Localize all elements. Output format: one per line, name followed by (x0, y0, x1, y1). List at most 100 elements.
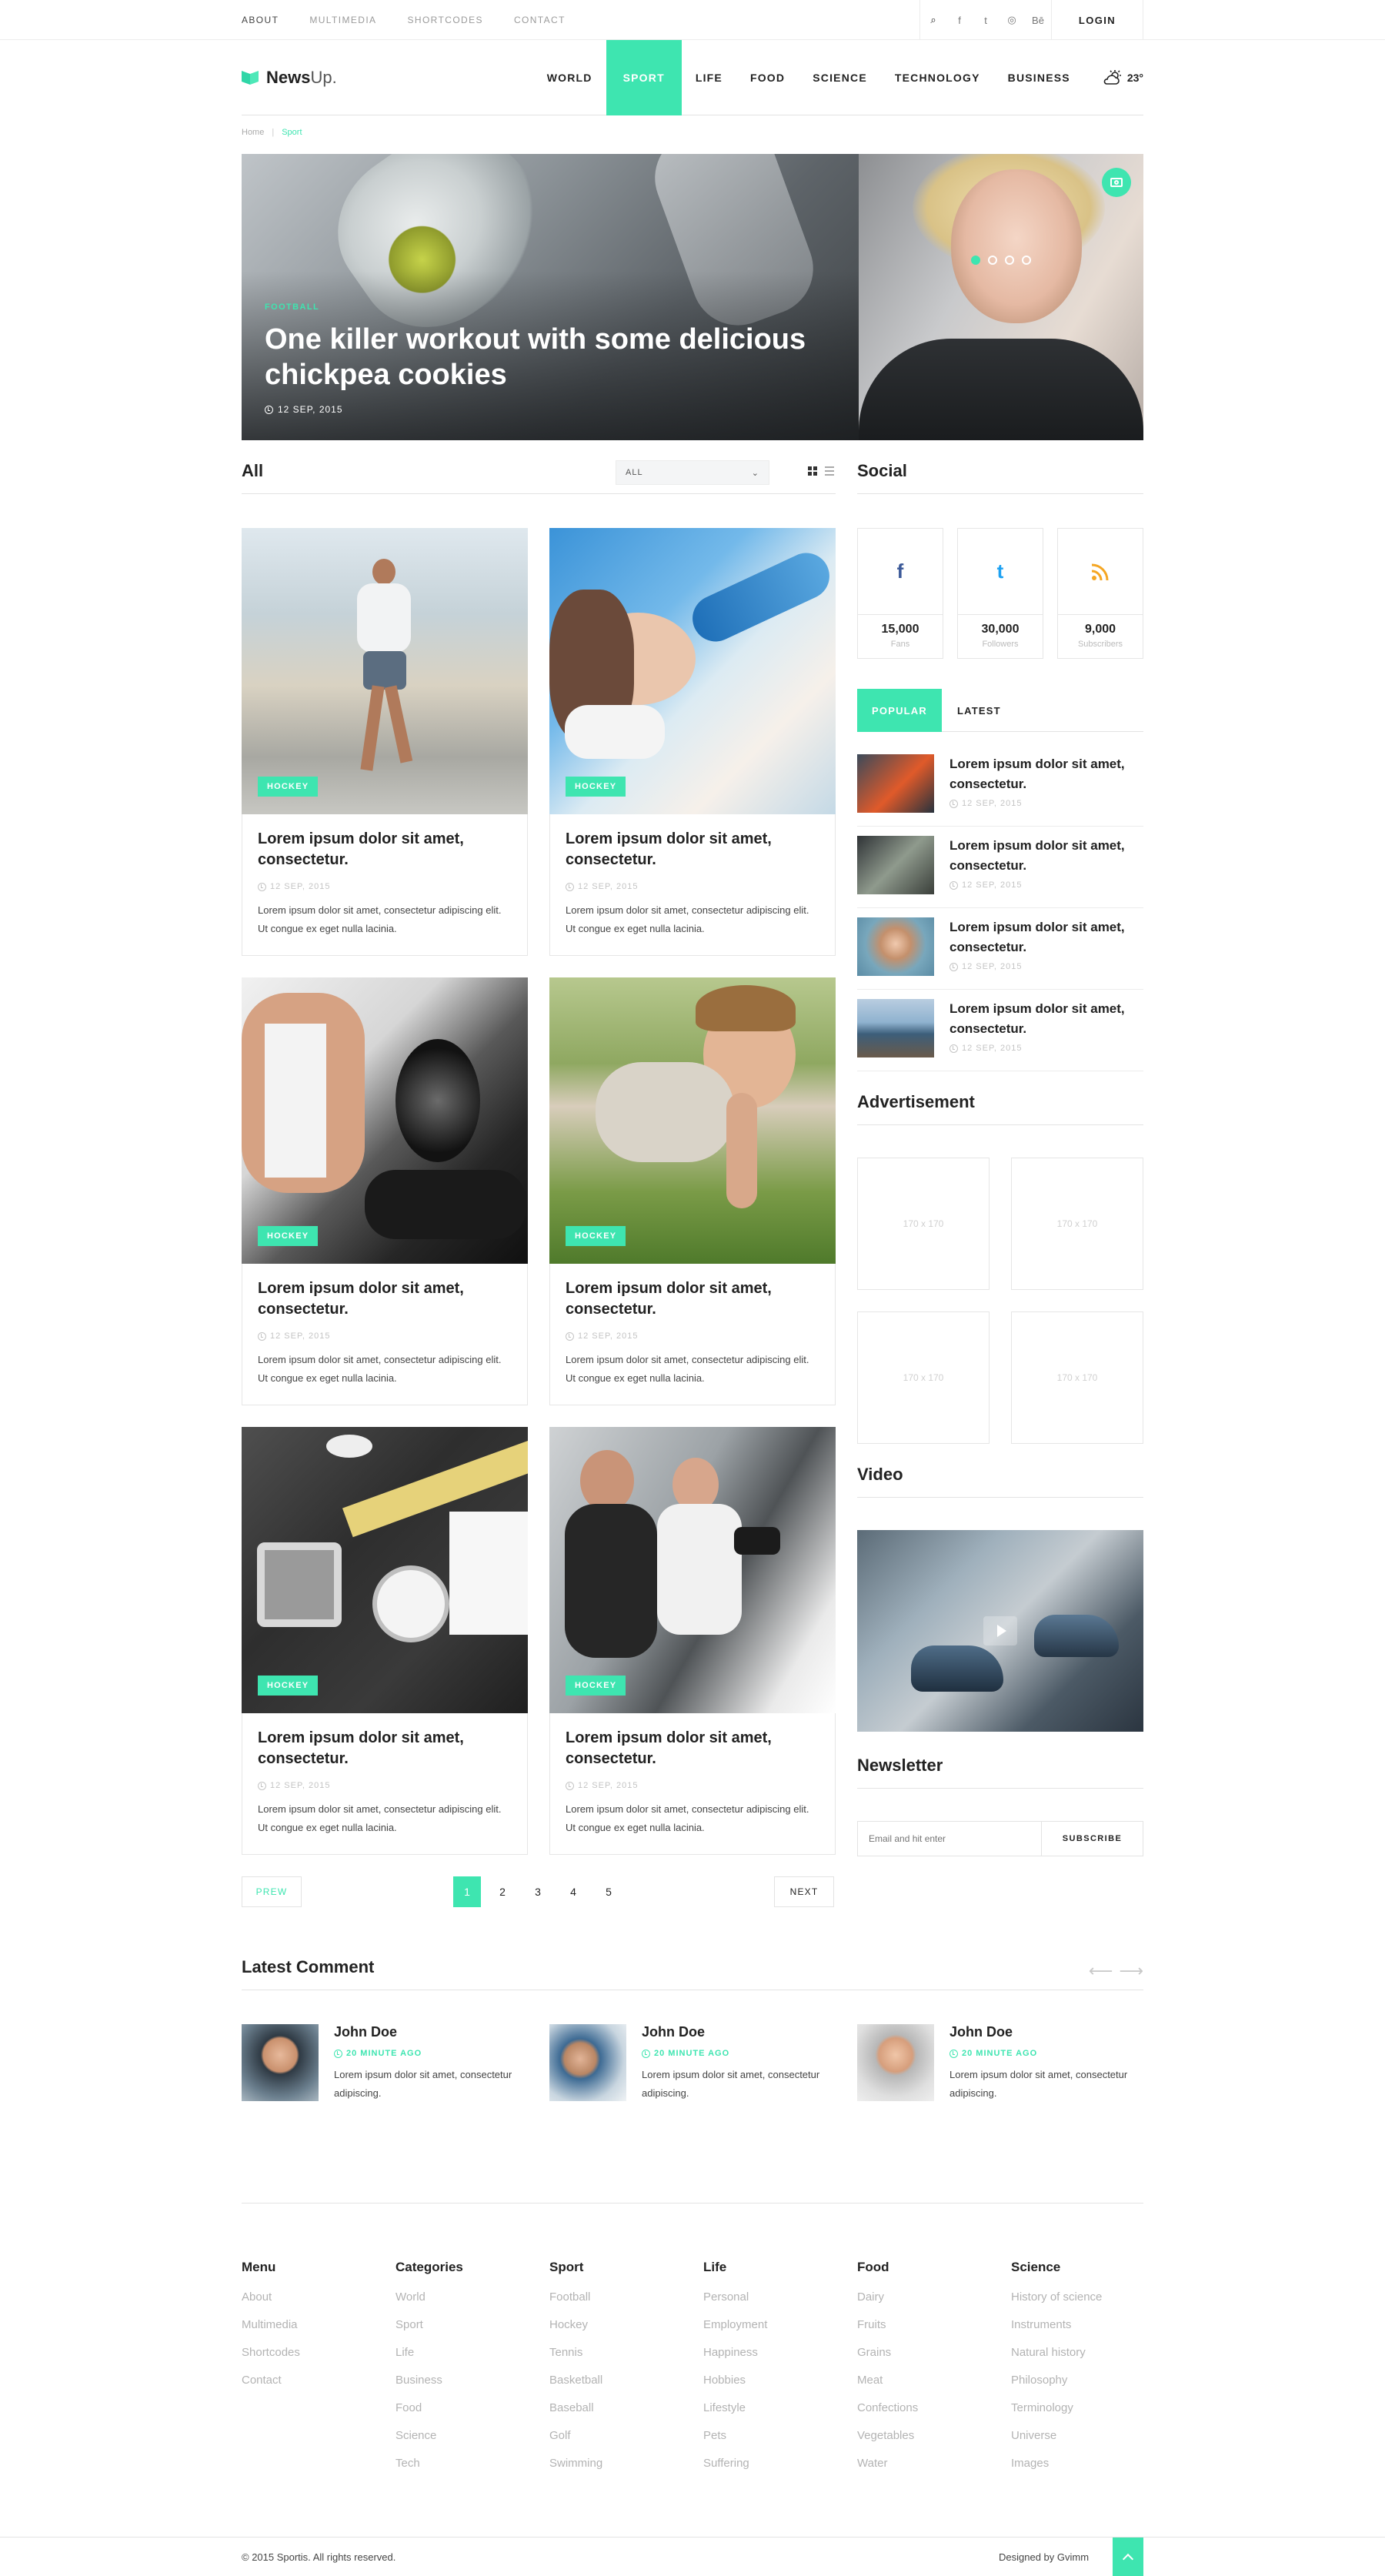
next-page-button[interactable]: NEXT (774, 1876, 834, 1907)
page-3[interactable]: 3 (524, 1876, 552, 1907)
footer-link[interactable]: Science (395, 2429, 534, 2457)
article-card[interactable]: HOCKEY Lorem ipsum dolor sit amet, conse… (242, 1427, 528, 1855)
search-icon[interactable]: ⌕ (920, 0, 946, 40)
footer-link[interactable]: Confections (857, 2401, 996, 2429)
top-link-shortcodes[interactable]: SHORTCODES (407, 15, 482, 25)
popular-thumb[interactable] (857, 836, 934, 894)
back-to-top-icon[interactable] (1113, 2538, 1143, 2576)
popular-thumb[interactable] (857, 754, 934, 813)
footer-link[interactable]: Personal (703, 2290, 842, 2318)
footer-link[interactable]: Happiness (703, 2346, 842, 2374)
footer-link[interactable]: Life (395, 2346, 534, 2374)
popular-thumb[interactable] (857, 917, 934, 976)
footer-link[interactable]: Tech (395, 2457, 534, 2484)
footer-link[interactable]: World (395, 2290, 534, 2318)
popular-item[interactable]: Lorem ipsum dolor sit amet, consectetur.… (857, 745, 1143, 827)
behance-icon[interactable]: Bē (1025, 0, 1051, 40)
page-1[interactable]: 1 (453, 1876, 481, 1907)
tab-popular[interactable]: POPULAR (857, 689, 942, 732)
list-view-icon[interactable] (825, 466, 834, 476)
footer-link[interactable]: Natural history (1011, 2346, 1150, 2374)
ad-slot[interactable]: 170 x 170 (1011, 1158, 1143, 1290)
footer-link[interactable]: Football (549, 2290, 688, 2318)
article-card[interactable]: HOCKEY Lorem ipsum dolor sit amet, conse… (549, 977, 836, 1405)
article-card[interactable]: HOCKEY Lorem ipsum dolor sit amet, conse… (549, 1427, 836, 1855)
footer-link[interactable]: Multimedia (242, 2318, 380, 2346)
popular-title[interactable]: Lorem ipsum dolor sit amet, consectetur. (949, 754, 1143, 794)
card-title[interactable]: Lorem ipsum dolor sit amet, consectetur. (258, 1278, 512, 1320)
category-tag[interactable]: HOCKEY (258, 777, 319, 797)
footer-link[interactable]: Baseball (549, 2401, 688, 2429)
popular-title[interactable]: Lorem ipsum dolor sit amet, consectetur. (949, 999, 1143, 1039)
video-player[interactable] (857, 1530, 1143, 1732)
card-image-pushup[interactable] (549, 977, 836, 1264)
page-4[interactable]: 4 (559, 1876, 587, 1907)
grid-view-icon[interactable] (808, 466, 817, 476)
comment-author[interactable]: John Doe (334, 2024, 397, 2040)
camera-icon[interactable] (1102, 168, 1131, 197)
tab-latest[interactable]: LATEST (942, 689, 1016, 732)
avatar[interactable] (857, 2024, 934, 2101)
avatar[interactable] (242, 2024, 319, 2101)
nav-item-sport[interactable]: SPORT (606, 40, 682, 115)
footer-link[interactable]: Philosophy (1011, 2374, 1150, 2401)
hero-title[interactable]: One killer workout with some delicious c… (265, 322, 834, 393)
card-image-desk[interactable] (242, 1427, 528, 1713)
top-link-multimedia[interactable]: MULTIMEDIA (309, 15, 376, 25)
avatar[interactable] (549, 2024, 626, 2101)
card-title[interactable]: Lorem ipsum dolor sit amet, consectetur. (566, 1278, 819, 1320)
card-title[interactable]: Lorem ipsum dolor sit amet, consectetur. (258, 1728, 512, 1769)
subscribe-button[interactable]: SUBSCRIBE (1041, 1822, 1143, 1856)
comment-author[interactable]: John Doe (642, 2024, 705, 2040)
nav-item-life[interactable]: LIFE (682, 40, 736, 115)
footer-link[interactable]: Suffering (703, 2457, 842, 2484)
category-tag[interactable]: HOCKEY (258, 1676, 319, 1696)
footer-link[interactable]: Images (1011, 2457, 1150, 2484)
card-image-dumbbell[interactable] (242, 977, 528, 1264)
popular-item[interactable]: Lorem ipsum dolor sit amet, consectetur.… (857, 990, 1143, 1071)
breadcrumb-home[interactable]: Home (242, 128, 264, 143)
nav-item-business[interactable]: BUSINESS (994, 40, 1084, 115)
footer-link[interactable]: Tennis (549, 2346, 688, 2374)
category-tag[interactable]: HOCKEY (566, 1676, 626, 1696)
footer-link[interactable]: Business (395, 2374, 534, 2401)
hero-category[interactable]: FOOTBALL (265, 302, 319, 312)
card-image-gym[interactable] (549, 1427, 836, 1713)
facebook-icon[interactable]: f (946, 0, 973, 40)
footer-link[interactable]: About (242, 2290, 380, 2318)
category-tag[interactable]: HOCKEY (566, 777, 626, 797)
social-facebook[interactable]: f 15,000 Fans (857, 528, 943, 659)
footer-link[interactable]: Terminology (1011, 2401, 1150, 2429)
slider-dot-4[interactable] (1022, 256, 1031, 265)
footer-link[interactable]: Vegetables (857, 2429, 996, 2457)
footer-link[interactable]: Pets (703, 2429, 842, 2457)
page-2[interactable]: 2 (489, 1876, 516, 1907)
footer-link[interactable]: Sport (395, 2318, 534, 2346)
twitter-icon[interactable]: t (973, 0, 999, 40)
card-image-water[interactable] (549, 528, 836, 814)
category-tag[interactable]: HOCKEY (566, 1226, 626, 1246)
play-icon[interactable] (983, 1616, 1017, 1645)
social-twitter[interactable]: t 30,000 Followers (957, 528, 1043, 659)
slider-dot-1[interactable] (971, 256, 980, 265)
hero-main-slide[interactable]: FOOTBALL One killer workout with some de… (242, 154, 859, 440)
top-link-about[interactable]: ABOUT (242, 15, 279, 25)
card-image-runner[interactable] (242, 528, 528, 814)
hero-side-slide[interactable] (859, 154, 1143, 440)
prev-page-button[interactable]: PREW (242, 1876, 302, 1907)
footer-link[interactable]: Golf (549, 2429, 688, 2457)
footer-link[interactable]: Meat (857, 2374, 996, 2401)
footer-link[interactable]: Hockey (549, 2318, 688, 2346)
category-tag[interactable]: HOCKEY (258, 1226, 319, 1246)
footer-link[interactable]: Shortcodes (242, 2346, 380, 2374)
footer-link[interactable]: History of science (1011, 2290, 1150, 2318)
category-filter-select[interactable]: ALL ⌄ (616, 460, 769, 485)
footer-link[interactable]: Employment (703, 2318, 842, 2346)
card-title[interactable]: Lorem ipsum dolor sit amet, consectetur. (566, 1728, 819, 1769)
footer-link[interactable]: Instruments (1011, 2318, 1150, 2346)
article-card[interactable]: HOCKEY Lorem ipsum dolor sit amet, conse… (242, 977, 528, 1405)
footer-link[interactable]: Dairy (857, 2290, 996, 2318)
nav-item-food[interactable]: FOOD (736, 40, 799, 115)
footer-link[interactable]: Universe (1011, 2429, 1150, 2457)
login-button[interactable]: LOGIN (1051, 0, 1143, 40)
